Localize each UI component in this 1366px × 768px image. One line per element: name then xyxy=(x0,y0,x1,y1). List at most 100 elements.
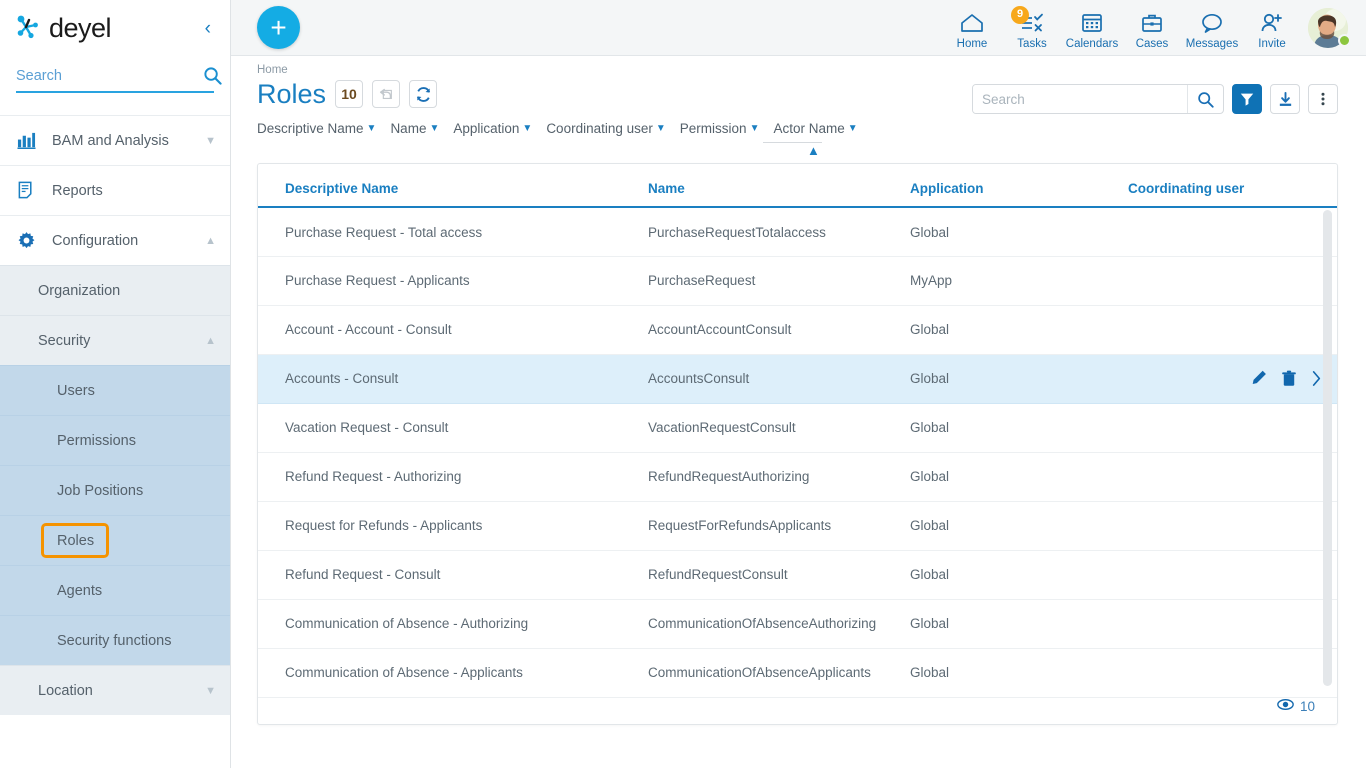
sidebar-item-reports[interactable]: Reports xyxy=(0,165,230,215)
add-button[interactable]: + xyxy=(257,6,300,49)
chevron-down-icon: ▼ xyxy=(848,123,858,134)
roles-table-card: Descriptive Name Name Application Coordi… xyxy=(257,163,1338,725)
eye-icon xyxy=(1277,698,1294,716)
table-row[interactable]: Refund Request - Consult RefundRequestCo… xyxy=(258,550,1337,599)
cell-descriptive-name: Account - Account - Consult xyxy=(258,305,648,354)
column-header-descriptive-name[interactable]: Descriptive Name xyxy=(258,164,648,207)
chevron-down-icon: ▼ xyxy=(750,123,760,134)
cell-name: VacationRequestConsult xyxy=(648,403,910,452)
table-scrollbar[interactable] xyxy=(1323,210,1332,686)
cell-descriptive-name: Communication of Absence - Applicants xyxy=(258,648,648,697)
filter-descriptive-name[interactable]: Descriptive Name▼ xyxy=(257,121,376,136)
more-options-button[interactable] xyxy=(1308,84,1338,114)
column-header-name[interactable]: Name xyxy=(648,164,910,207)
sidebar: deyel ‹ xyxy=(0,0,231,768)
chevron-down-icon: ▼ xyxy=(522,123,532,134)
cell-row-actions xyxy=(1128,354,1337,403)
sidebar-item-agents[interactable]: Agents xyxy=(0,565,230,615)
row-actions xyxy=(1128,369,1337,388)
sidebar-item-bam-and-analysis[interactable]: BAM and Analysis ▼ xyxy=(0,115,230,165)
table-row[interactable]: Request for Refunds - Applicants Request… xyxy=(258,501,1337,550)
sidebar-item-roles[interactable]: Roles xyxy=(0,515,230,565)
filter-name[interactable]: Name▼ xyxy=(390,121,439,136)
collapse-filters-button[interactable]: ▲ xyxy=(807,143,820,158)
search-icon[interactable] xyxy=(203,66,222,85)
topnav-item-home[interactable]: Home xyxy=(942,6,1002,50)
expand-icon[interactable] xyxy=(1310,370,1323,387)
search-button[interactable] xyxy=(1187,85,1223,113)
table-card-wrapper: Descriptive Name Name Application Coordi… xyxy=(231,163,1366,768)
download-button[interactable] xyxy=(1270,84,1300,114)
sidebar-item-permissions[interactable]: Permissions xyxy=(0,415,230,465)
undo-button[interactable] xyxy=(372,80,400,108)
table-row[interactable]: Purchase Request - Applicants PurchaseRe… xyxy=(258,256,1337,305)
refresh-button[interactable] xyxy=(409,80,437,108)
breadcrumb[interactable]: Home xyxy=(257,64,1338,76)
header-tools xyxy=(972,84,1338,114)
sidebar-search-row xyxy=(0,56,230,93)
sidebar-item-label: Security functions xyxy=(57,633,216,649)
cell-application: Global xyxy=(910,599,1128,648)
filter-coordinating-user[interactable]: Coordinating user▼ xyxy=(546,121,665,136)
deyel-logo-icon xyxy=(16,13,46,43)
topnav-item-messages[interactable]: Messages xyxy=(1182,6,1242,50)
sidebar-search-input[interactable] xyxy=(16,68,203,84)
chevron-down-icon: ▼ xyxy=(367,123,377,134)
table-row[interactable]: Account - Account - Consult AccountAccou… xyxy=(258,305,1337,354)
cell-descriptive-name: Purchase Request - Total access xyxy=(258,207,648,256)
sidebar-item-label: Security xyxy=(38,333,205,349)
table-footer: 10 xyxy=(258,698,1337,728)
filter-button[interactable] xyxy=(1232,84,1262,114)
table-row[interactable]: Communication of Absence - Authorizing C… xyxy=(258,599,1337,648)
tasks-badge: 9 xyxy=(1011,6,1029,24)
sidebar-item-job-positions[interactable]: Job Positions xyxy=(0,465,230,515)
sidebar-item-configuration[interactable]: Configuration ▲ xyxy=(0,215,230,265)
table-row[interactable]: Vacation Request - Consult VacationReque… xyxy=(258,403,1337,452)
cell-descriptive-name: Purchase Request - Applicants xyxy=(258,256,648,305)
sidebar-item-security-functions[interactable]: Security functions xyxy=(0,615,230,665)
topnav-item-tasks[interactable]: 9 Tasks xyxy=(1002,6,1062,50)
cell-application: Global xyxy=(910,501,1128,550)
filter-application[interactable]: Application▼ xyxy=(453,121,532,136)
cell-coordinating-user xyxy=(1128,452,1337,501)
chevron-down-icon: ▼ xyxy=(656,123,666,134)
column-header-application[interactable]: Application xyxy=(910,164,1128,207)
cell-application: Global xyxy=(910,403,1128,452)
table-row[interactable]: Communication of Absence - Applicants Co… xyxy=(258,648,1337,697)
sidebar-item-security[interactable]: Security ▲ xyxy=(0,315,230,365)
sidebar-item-label: Users xyxy=(57,383,216,399)
cell-application: Global xyxy=(910,354,1128,403)
cell-name: PurchaseRequest xyxy=(648,256,910,305)
cell-application: Global xyxy=(910,305,1128,354)
table-row[interactable]: Accounts - Consult AccountsConsult Globa… xyxy=(258,354,1337,403)
cell-descriptive-name: Communication of Absence - Authorizing xyxy=(258,599,648,648)
sidebar-item-label: Reports xyxy=(52,183,216,199)
avatar[interactable] xyxy=(1302,8,1354,48)
topnav-item-invite[interactable]: Invite xyxy=(1242,6,1302,50)
topnav-label: Home xyxy=(957,38,988,50)
topnav-item-calendars[interactable]: Calendars xyxy=(1062,6,1122,50)
app-logo[interactable]: deyel xyxy=(16,13,111,43)
sidebar-item-users[interactable]: Users xyxy=(0,365,230,415)
topnav-item-cases[interactable]: Cases xyxy=(1122,6,1182,50)
column-header-coordinating-user[interactable]: Coordinating user xyxy=(1128,164,1337,207)
sidebar-item-location[interactable]: Location ▼ xyxy=(0,665,230,715)
filter-actor-name[interactable]: Actor Name▼ xyxy=(773,121,857,136)
table-row[interactable]: Refund Request - Authorizing RefundReque… xyxy=(258,452,1337,501)
top-bar: + Home 9 xyxy=(231,0,1366,56)
delete-icon[interactable] xyxy=(1280,369,1298,388)
search-input[interactable] xyxy=(973,85,1187,113)
cell-coordinating-user xyxy=(1128,207,1337,256)
status-indicator xyxy=(1338,34,1351,47)
record-count-badge: 10 xyxy=(335,80,363,108)
edit-icon[interactable] xyxy=(1249,369,1268,388)
chevron-down-icon: ▼ xyxy=(205,685,216,697)
table-row[interactable]: Purchase Request - Total access Purchase… xyxy=(258,207,1337,256)
sidebar-item-organization[interactable]: Organization xyxy=(0,265,230,315)
sidebar-collapse-button[interactable]: ‹ xyxy=(200,16,216,41)
cell-application: Global xyxy=(910,648,1128,697)
brand-row: deyel ‹ xyxy=(0,0,230,56)
topnav-label: Calendars xyxy=(1066,38,1118,50)
cell-application: MyApp xyxy=(910,256,1128,305)
filter-permission[interactable]: Permission▼ xyxy=(680,121,760,136)
